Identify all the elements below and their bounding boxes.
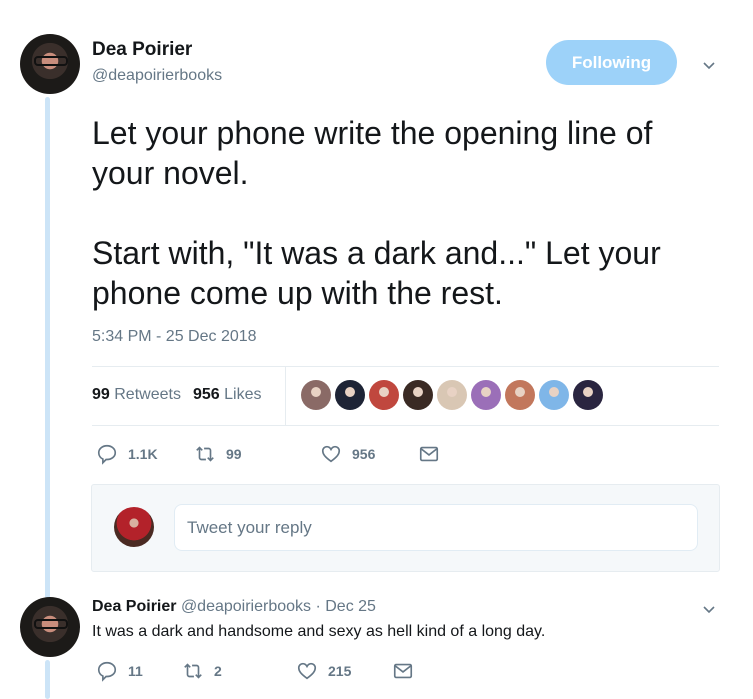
reply-author-name[interactable]: Dea Poirier bbox=[92, 598, 176, 615]
liker-avatar[interactable] bbox=[301, 380, 331, 410]
reply-icon bbox=[97, 444, 117, 465]
likers-avatars bbox=[301, 380, 603, 410]
reply-count: 11 bbox=[128, 663, 143, 679]
like-count: 956 bbox=[352, 446, 376, 462]
liker-avatar[interactable] bbox=[505, 380, 535, 410]
divider bbox=[285, 367, 286, 425]
reply-button[interactable]: 11 bbox=[96, 660, 182, 682]
retweet-button[interactable]: 99 bbox=[194, 443, 320, 465]
retweet-count: 2 bbox=[214, 663, 222, 679]
divider bbox=[92, 425, 719, 426]
likes-count: 956 bbox=[192, 386, 220, 403]
reply-icon bbox=[97, 661, 117, 682]
thread-line bbox=[45, 660, 50, 699]
like-count: 215 bbox=[328, 663, 352, 679]
liker-avatar[interactable] bbox=[539, 380, 569, 410]
likes-label: Likes bbox=[224, 386, 262, 403]
envelope-icon bbox=[393, 663, 413, 679]
reply-text: It was a dark and handsome and sexy as h… bbox=[92, 623, 546, 640]
divider bbox=[92, 366, 719, 367]
tweet-actions: 1.1K 99 956 bbox=[96, 443, 440, 465]
direct-message-button[interactable] bbox=[392, 660, 414, 682]
retweets-label: Retweets bbox=[114, 386, 181, 403]
tweet-stats: 99 Retweets 956 Likes bbox=[92, 386, 261, 404]
retweet-icon bbox=[196, 446, 214, 462]
author-handle[interactable]: @deapoirierbooks bbox=[92, 67, 222, 85]
author-name[interactable]: Dea Poirier bbox=[92, 39, 192, 61]
author-avatar[interactable] bbox=[20, 34, 80, 94]
reply-input[interactable]: Tweet your reply bbox=[174, 504, 698, 551]
retweet-count: 99 bbox=[226, 446, 242, 462]
tweet-text: Let your phone write the opening line of… bbox=[92, 115, 661, 311]
chevron-down-icon[interactable] bbox=[702, 58, 716, 72]
like-button[interactable]: 956 bbox=[320, 443, 418, 465]
heart-icon bbox=[297, 662, 317, 680]
reply-actions: 11 2 215 bbox=[96, 660, 414, 682]
reply-count: 1.1K bbox=[128, 446, 158, 462]
retweet-icon bbox=[184, 663, 202, 679]
retweets-count: 99 bbox=[92, 386, 110, 403]
reply-meta[interactable]: @deapoirierbooks · Dec 25 bbox=[181, 598, 376, 615]
likes-stat[interactable]: 956 Likes bbox=[193, 386, 262, 404]
heart-icon bbox=[321, 445, 341, 463]
liker-avatar[interactable] bbox=[403, 380, 433, 410]
following-button[interactable]: Following bbox=[546, 40, 677, 85]
liker-avatar[interactable] bbox=[369, 380, 399, 410]
liker-avatar[interactable] bbox=[437, 380, 467, 410]
reply-author-avatar[interactable] bbox=[20, 597, 80, 657]
thread-line bbox=[45, 97, 50, 599]
current-user-avatar bbox=[114, 507, 154, 547]
envelope-icon bbox=[419, 446, 439, 462]
retweet-button[interactable]: 2 bbox=[182, 660, 296, 682]
reply-header: Dea Poirier @deapoirierbooks · Dec 25 bbox=[92, 598, 376, 616]
liker-avatar[interactable] bbox=[471, 380, 501, 410]
liker-avatar[interactable] bbox=[335, 380, 365, 410]
direct-message-button[interactable] bbox=[418, 443, 440, 465]
chevron-down-icon[interactable] bbox=[702, 602, 716, 616]
retweets-stat[interactable]: 99 Retweets bbox=[92, 386, 181, 404]
reply-button[interactable]: 1.1K bbox=[96, 443, 194, 465]
liker-avatar[interactable] bbox=[573, 380, 603, 410]
tweet-timestamp[interactable]: 5:34 PM - 25 Dec 2018 bbox=[92, 328, 257, 346]
like-button[interactable]: 215 bbox=[296, 660, 392, 682]
